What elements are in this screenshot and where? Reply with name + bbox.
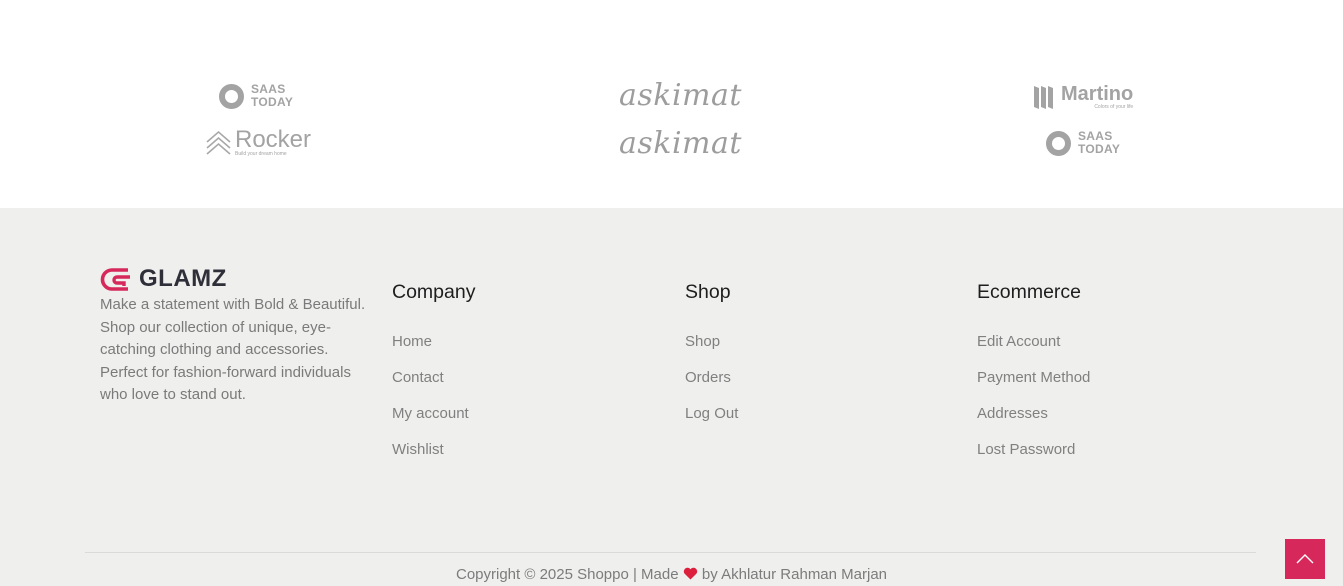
footer-link-lost-password[interactable]: Lost Password — [977, 441, 1090, 459]
saas-line2: TODAY — [251, 95, 294, 109]
heart-icon — [683, 567, 697, 580]
saas-today-logo: SAAS TODAY — [219, 83, 293, 109]
askimat-text: askimat — [619, 126, 742, 161]
footer-logo[interactable]: GLAMZ — [100, 265, 227, 293]
askimat-logo-1: askimat — [619, 78, 742, 113]
column-title: Company — [392, 281, 476, 303]
column-title: Shop — [685, 281, 731, 303]
martino-bars-icon — [1034, 86, 1053, 109]
martino-name: Martino — [1061, 83, 1134, 105]
rocker-chevron-icon — [206, 130, 231, 155]
saas-ring-icon — [1046, 130, 1071, 156]
footer-link-wishlist[interactable]: Wishlist — [392, 441, 475, 459]
footer-divider — [85, 552, 1256, 553]
logo-text: GLAMZ — [139, 265, 227, 292]
chevron-up-icon — [1296, 554, 1314, 564]
saas-line2: TODAY — [1078, 142, 1121, 156]
saas-ring-icon — [219, 83, 244, 109]
saas-today-logo-right: SAAS TODAY — [1046, 130, 1120, 156]
scroll-to-top-button[interactable] — [1285, 539, 1325, 579]
footer-link-shop[interactable]: Shop — [685, 333, 738, 351]
rocker-logo: Rocker Build your dream home — [206, 126, 312, 158]
footer-link-log-out[interactable]: Log Out — [685, 405, 738, 423]
copyright-text: Copyright © 2025 Shoppo | Made by Akhlat… — [0, 566, 1343, 583]
footer-column-shop: Shop Shop Orders Log Out — [685, 280, 738, 441]
rocker-name: Rocker — [235, 126, 312, 153]
footer-link-edit-account[interactable]: Edit Account — [977, 333, 1090, 351]
column-title: Ecommerce — [977, 281, 1082, 303]
site-footer: GLAMZ Make a statement with Bold & Beaut… — [0, 208, 1343, 586]
footer-link-orders[interactable]: Orders — [685, 369, 738, 387]
footer-link-home[interactable]: Home — [392, 333, 475, 351]
footer-link-payment-method[interactable]: Payment Method — [977, 369, 1090, 387]
martino-logo: Martino Colors of your life — [1033, 84, 1133, 110]
footer-about-text: Make a statement with Bold & Beautiful. … — [100, 296, 366, 403]
brand-logos-section: SAAS TODAY Rocker Build your dream home … — [0, 0, 1343, 208]
footer-column-company: Company Home Contact My account Wishlist — [392, 280, 475, 477]
copyright-prefix: Copyright © 2025 Shoppo | Made — [455, 566, 679, 583]
footer-column-ecommerce: Ecommerce Edit Account Payment Method Ad… — [977, 280, 1090, 477]
askimat-text: askimat — [619, 78, 742, 113]
glamz-logo-icon — [100, 267, 130, 291]
footer-link-my-account[interactable]: My account — [392, 405, 475, 423]
footer-link-contact[interactable]: Contact — [392, 369, 475, 387]
askimat-logo-2: askimat — [619, 126, 742, 161]
footer-link-addresses[interactable]: Addresses — [977, 405, 1090, 423]
copyright-suffix: by Akhlatur Rahman Marjan — [701, 566, 888, 583]
rocker-tagline: Build your dream home — [235, 151, 287, 157]
martino-tagline: Colors of your life — [1094, 104, 1134, 110]
